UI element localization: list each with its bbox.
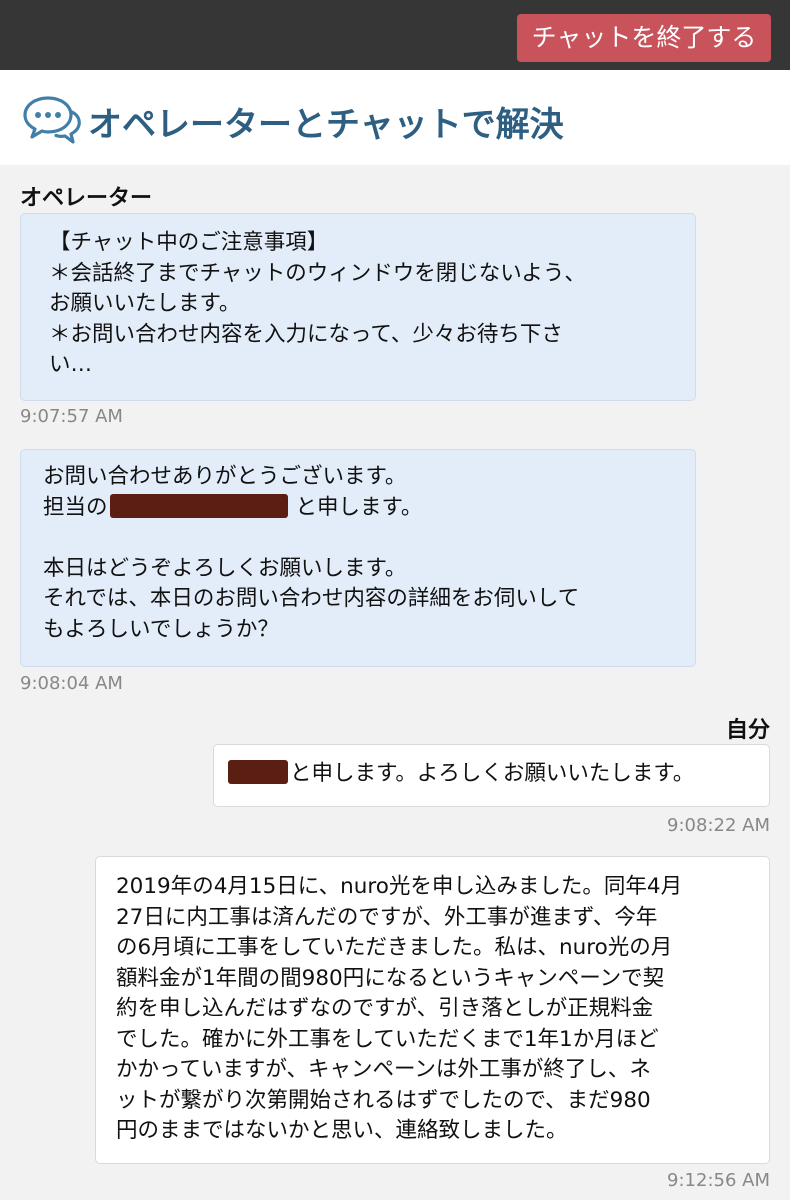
sender-label-operator: オペレーター: [20, 186, 153, 211]
operator-message-greeting: お問い合わせありがとうございます。 担当の と申します。 本日はどうぞよろしくお願…: [20, 449, 696, 667]
message-line: 担当の と申します。: [43, 493, 695, 524]
message-text: と申します。: [295, 494, 423, 520]
message-line: の6月頃に工事をしていただきました。私は、nuro光の月: [116, 935, 673, 960]
message-line: それでは、本日のお問い合わせ内容の詳細をお伺いして: [43, 586, 580, 611]
page-title: オペレーターとチャットで解決: [88, 105, 564, 145]
chat-bubbles-icon: [23, 96, 81, 144]
redacted-name: [109, 493, 288, 518]
message-line: もよろしいでしょうか？: [43, 616, 279, 642]
message-line: 円のままではないかと思い、連絡致しました。: [116, 1118, 568, 1143]
message-line: 27日に内工事は済んだのですが、外工事が進まず、今年: [116, 904, 658, 930]
message-text: 担当の: [43, 494, 108, 520]
message-timestamp: 9:07:57 AM: [20, 406, 123, 427]
message-line: 約を申し込んだはずなのですが、引き落としが正規料金: [116, 996, 654, 1021]
message-line: 2019年の4月15日に、nuro光を申し込みました。同年4月: [116, 874, 683, 899]
message-line: ＊会話終了までチャットのウィンドウを閉じないよう、: [49, 260, 586, 286]
user-message-inquiry: 2019年の4月15日に、nuro光を申し込みました。同年4月 27日に内工事は…: [95, 856, 770, 1164]
message-line: 【チャット中のご注意事項】: [49, 230, 329, 255]
message-timestamp: 9:12:56 AM: [667, 1170, 770, 1191]
message-line: と申します。よろしくお願いいたします。: [228, 759, 769, 790]
message-timestamp: 9:08:04 AM: [20, 673, 123, 694]
sender-label-self: 自分: [725, 718, 770, 743]
message-text: と申します。よろしくお願いいたします。: [290, 761, 695, 786]
message-line: かかっていますが、キャンペーンは外工事が終了し、ネ: [116, 1057, 651, 1082]
message-timestamp: 9:08:22 AM: [667, 815, 770, 836]
message-line: ＊お問い合わせ内容を入力になって、少々お待ち下さ: [49, 321, 563, 347]
message-line: お願いいたします。: [49, 291, 241, 316]
redacted-name: [228, 760, 288, 784]
message-line: でした。確かに外工事をしていただくまで1年1か月ほど: [116, 1026, 659, 1052]
user-message-intro: と申します。よろしくお願いいたします。: [213, 744, 770, 807]
message-line: い…: [49, 352, 93, 377]
message-line: お問い合わせありがとうございます。: [43, 464, 407, 489]
message-line: ットが繋がり次第開始されるはずでしたので、まだ980: [116, 1087, 651, 1113]
operator-message-notice: 【チャット中のご注意事項】 ＊会話終了までチャットのウィンドウを閉じないよう、 …: [20, 213, 696, 401]
message-line: 額料金が1年間の間980円になるというキャンペーンで契: [116, 965, 665, 991]
top-bar: チャットを終了する: [0, 0, 790, 70]
message-line: 本日はどうぞよろしくお願いします。: [43, 555, 407, 581]
end-chat-button[interactable]: チャットを終了する: [517, 14, 771, 62]
page-header: オペレーターとチャットで解決: [0, 70, 790, 165]
